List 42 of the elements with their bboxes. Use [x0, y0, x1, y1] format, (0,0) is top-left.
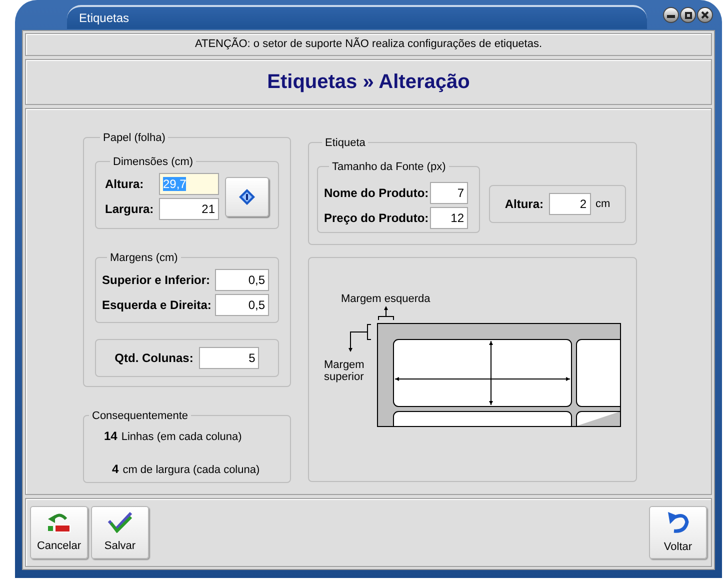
field-label: Nome do Produto:: [324, 184, 428, 202]
maximize-icon[interactable]: [680, 7, 696, 23]
input-field[interactable]: 0,5: [215, 269, 269, 291]
info-button[interactable]: [225, 176, 269, 216]
cancel-button[interactable]: Cancelar: [30, 506, 88, 559]
input-field[interactable]: 21: [159, 198, 219, 220]
field-label: Altura:: [105, 176, 145, 193]
group-title: Consequentemente: [92, 410, 188, 422]
check-icon: [107, 510, 133, 533]
result-count: 4: [112, 460, 119, 478]
group-title: Margens (cm): [110, 252, 178, 264]
window-title: Etiquetas: [79, 10, 130, 27]
field-label: Altura:: [504, 196, 544, 213]
result-text: Linhas (em cada coluna): [121, 430, 242, 445]
info-icon: [239, 188, 255, 204]
notice-text: ATENÇÃO: o setor de suporte NÃO realiza configurações de etiquetas.: [194, 36, 542, 52]
input-field[interactable]: 5: [199, 347, 260, 369]
diagram-label: Margem superior: [324, 359, 364, 383]
field-label: Esquerda e Direita:: [102, 297, 212, 314]
close-icon[interactable]: [697, 7, 713, 23]
input-field[interactable]: 7: [430, 182, 468, 204]
group-title: Dimensões (cm): [113, 156, 194, 168]
input-field[interactable]: 2: [548, 193, 590, 215]
result-text: cm de largura (cada coluna): [122, 462, 260, 478]
field-label: Preço do Produto:: [324, 210, 428, 226]
input-field[interactable]: 0,5: [215, 294, 269, 316]
save-button[interactable]: Salvar: [91, 506, 149, 559]
back-button[interactable]: Voltar: [649, 506, 707, 559]
field-label: Superior e Inferior:: [102, 272, 212, 289]
input-field[interactable]: 12: [430, 206, 468, 228]
diagram-label: Margem esquerda: [341, 293, 430, 305]
undo-icon: [46, 510, 72, 533]
page-heading: Etiquetas » Alteração: [267, 70, 470, 95]
field-label: Largura:: [105, 201, 155, 218]
field-label: Qtd. Colunas:: [114, 350, 194, 367]
group-title: Papel (folha): [103, 132, 166, 144]
result-count: 14: [104, 428, 118, 445]
group-title: Tamanho da Fonte (px): [332, 161, 446, 173]
minimize-icon[interactable]: [663, 7, 679, 23]
group-title: Etiqueta: [325, 137, 366, 149]
back-arrow-icon: [665, 510, 691, 534]
unit-label: cm: [596, 196, 610, 212]
